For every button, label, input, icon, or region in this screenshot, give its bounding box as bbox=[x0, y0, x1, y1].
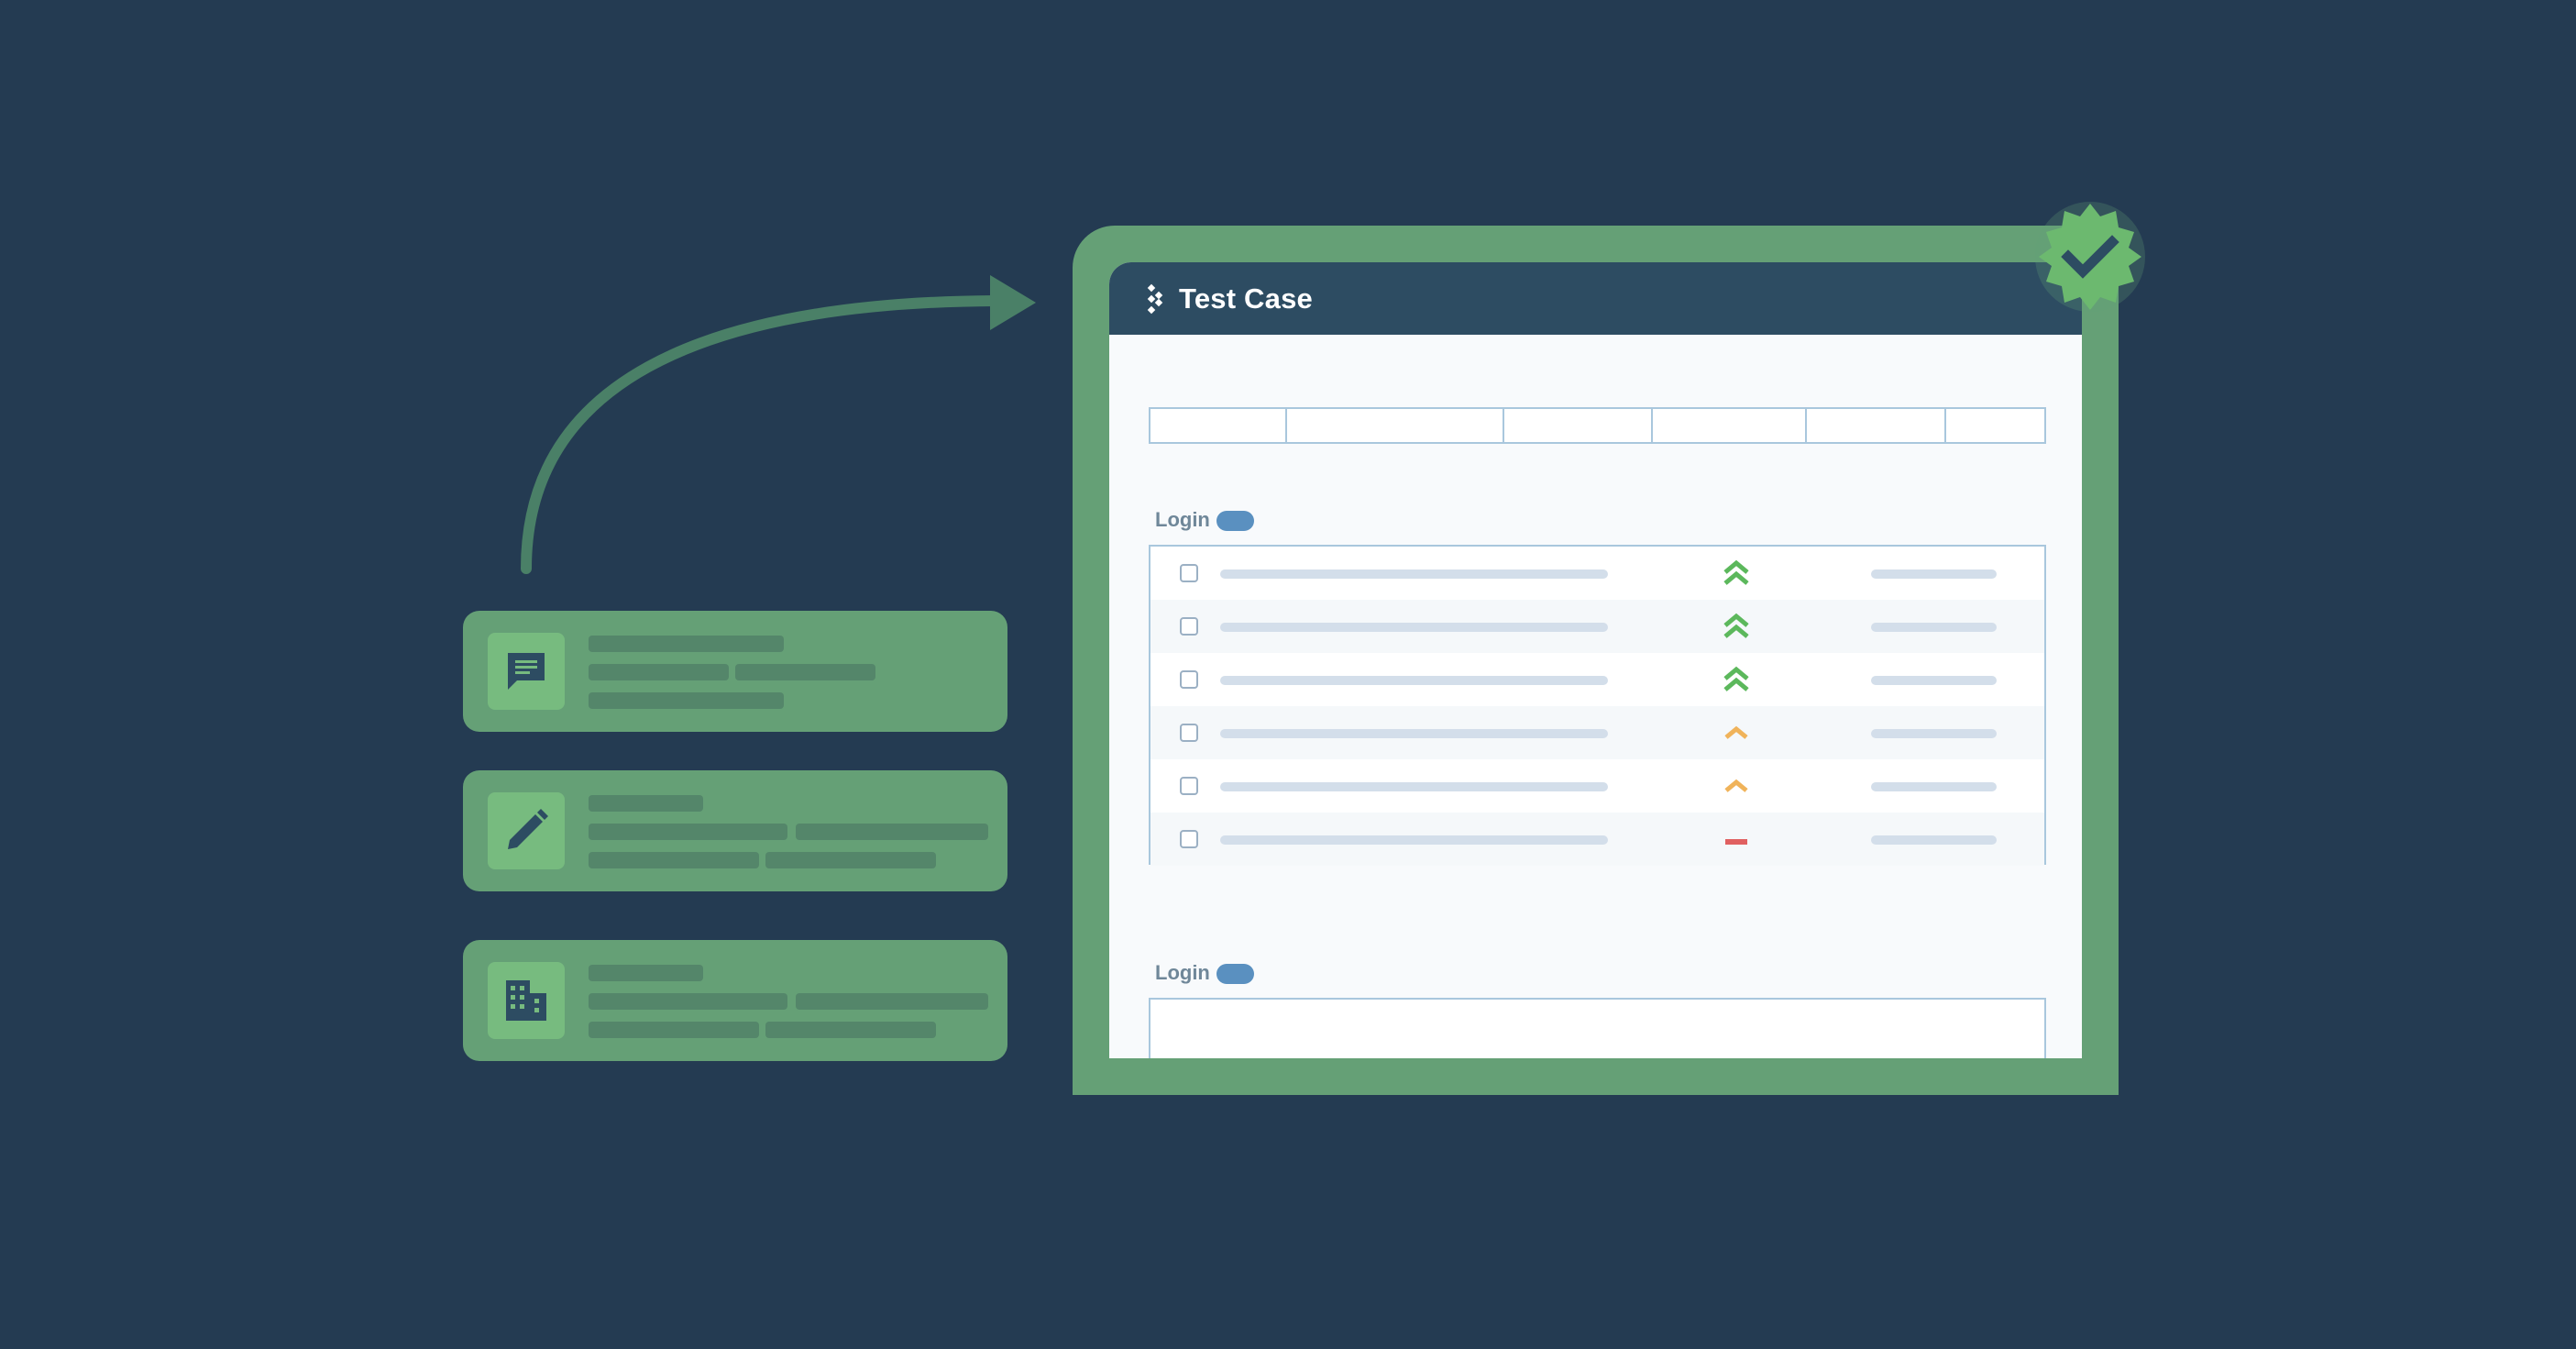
text-placeholder bbox=[1220, 835, 1608, 845]
table-row[interactable] bbox=[1150, 600, 2044, 653]
text-placeholder bbox=[765, 852, 936, 868]
text-placeholder bbox=[1220, 623, 1608, 632]
row-checkbox[interactable] bbox=[1180, 830, 1198, 848]
text-placeholder bbox=[1220, 782, 1608, 791]
table-row[interactable] bbox=[1150, 706, 2044, 759]
text-placeholder bbox=[796, 824, 988, 840]
row-checkbox[interactable] bbox=[1180, 670, 1198, 689]
section-label: Login bbox=[1155, 508, 1210, 531]
text-placeholder bbox=[1871, 569, 1997, 579]
table-row[interactable] bbox=[1150, 653, 2044, 706]
priority-high-icon bbox=[1723, 613, 1749, 638]
table-row[interactable] bbox=[1150, 813, 2044, 866]
source-card-edits bbox=[463, 770, 1007, 891]
priority-medium-icon bbox=[1724, 725, 1748, 739]
text-placeholder bbox=[1871, 729, 1997, 738]
text-placeholder bbox=[1871, 623, 1997, 632]
text-placeholder bbox=[1871, 676, 1997, 685]
column-header[interactable] bbox=[1946, 409, 2044, 442]
pencil-icon-box bbox=[488, 792, 565, 869]
building-icon-box bbox=[488, 962, 565, 1039]
chat-icon-box bbox=[488, 633, 565, 710]
row-checkbox[interactable] bbox=[1180, 777, 1198, 795]
test-case-panel: Test Case Login Login bbox=[1109, 262, 2082, 1058]
verified-check-icon bbox=[2035, 202, 2145, 312]
text-placeholder bbox=[589, 692, 784, 709]
section-label: Login bbox=[1155, 961, 1210, 984]
text-placeholder bbox=[765, 1022, 936, 1038]
text-placeholder bbox=[796, 993, 988, 1010]
section-toggle[interactable] bbox=[1216, 964, 1254, 984]
chat-icon bbox=[508, 653, 545, 690]
app-logo-icon bbox=[1147, 283, 1163, 314]
column-header[interactable] bbox=[1807, 409, 1947, 442]
priority-high-icon bbox=[1723, 666, 1749, 691]
text-placeholder bbox=[735, 664, 875, 680]
text-placeholder bbox=[1871, 835, 1997, 845]
text-placeholder bbox=[589, 636, 784, 652]
row-checkbox[interactable] bbox=[1180, 724, 1198, 742]
priority-medium-icon bbox=[1724, 779, 1748, 792]
column-header[interactable] bbox=[1653, 409, 1808, 442]
source-card-comments bbox=[463, 611, 1007, 732]
text-placeholder bbox=[1220, 569, 1608, 579]
test-step-list bbox=[1149, 998, 2046, 1058]
text-placeholder bbox=[1871, 782, 1997, 791]
text-placeholder bbox=[589, 993, 787, 1010]
pencil-icon bbox=[508, 809, 548, 849]
priority-high-icon bbox=[1723, 559, 1749, 585]
priority-low-icon bbox=[1725, 839, 1747, 845]
text-placeholder bbox=[589, 965, 703, 981]
column-header[interactable] bbox=[1287, 409, 1505, 442]
text-placeholder bbox=[589, 664, 729, 680]
source-card-organization bbox=[463, 940, 1007, 1061]
text-placeholder bbox=[1220, 676, 1608, 685]
table-row[interactable] bbox=[1150, 547, 2044, 600]
text-placeholder bbox=[1220, 729, 1608, 738]
column-header[interactable] bbox=[1504, 409, 1653, 442]
text-placeholder bbox=[589, 795, 703, 812]
section-toggle[interactable] bbox=[1216, 511, 1254, 531]
column-header[interactable] bbox=[1150, 409, 1288, 442]
panel-header: Test Case bbox=[1109, 262, 2082, 335]
text-placeholder bbox=[589, 1022, 759, 1038]
row-checkbox[interactable] bbox=[1180, 564, 1198, 582]
test-step-list bbox=[1149, 545, 2046, 866]
panel-title: Test Case bbox=[1179, 282, 1313, 315]
row-checkbox[interactable] bbox=[1180, 617, 1198, 636]
text-placeholder bbox=[589, 852, 759, 868]
table-row[interactable] bbox=[1150, 759, 2044, 813]
text-placeholder bbox=[589, 824, 787, 840]
column-header-strip bbox=[1149, 407, 2046, 444]
building-icon bbox=[506, 980, 546, 1021]
